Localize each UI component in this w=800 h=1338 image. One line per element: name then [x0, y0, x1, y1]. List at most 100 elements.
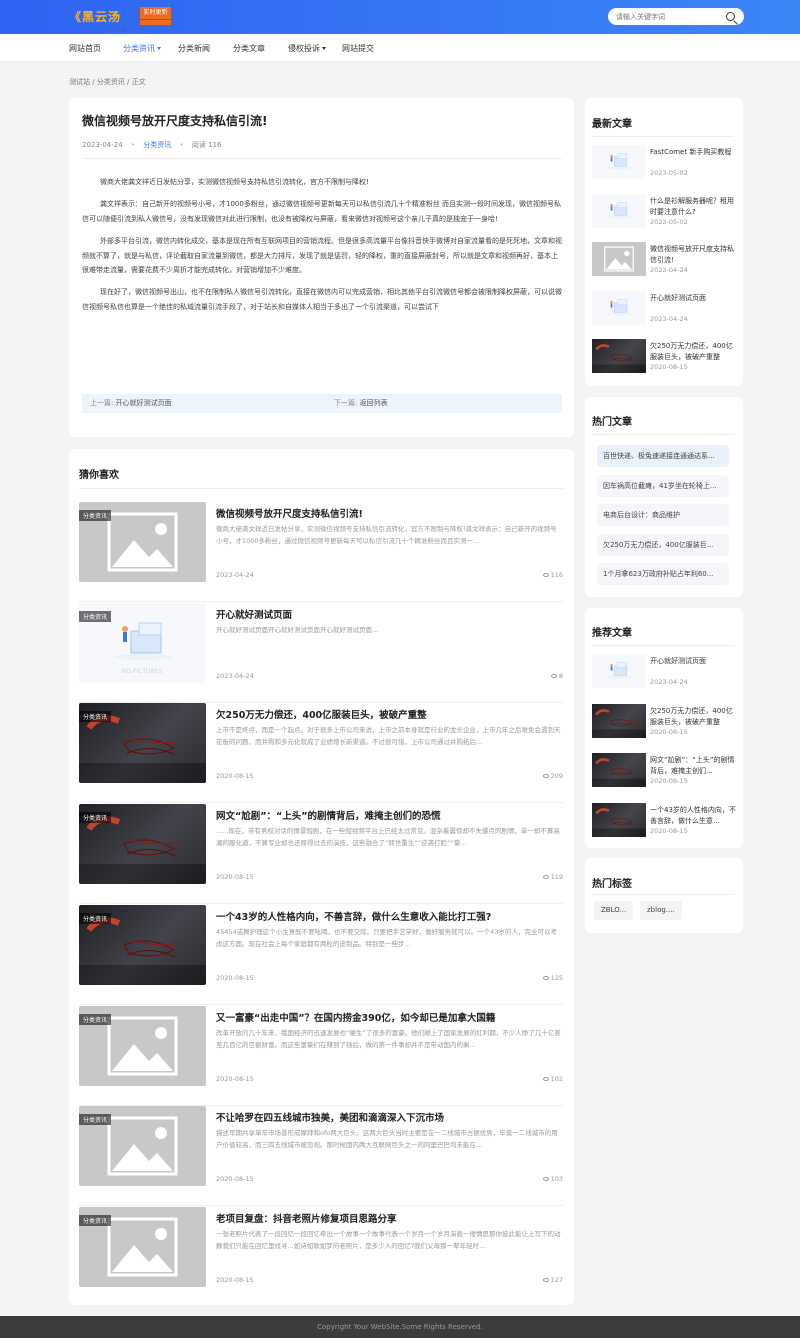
- recommend-title: 猜你喜欢: [79, 470, 119, 481]
- category-tag[interactable]: 分类资讯: [79, 912, 112, 924]
- list-item-views: 116: [542, 571, 563, 579]
- nav-news[interactable]: 分类新闻: [178, 43, 210, 54]
- prev-article-link[interactable]: 上一篇: 开心就好测试页面: [90, 394, 172, 413]
- list-item[interactable]: NO PICTURES 分类资讯 开心就好测试页面 开心就好测试页面开心就好测试页面开…: [79, 602, 563, 703]
- sidebar-article-item[interactable]: FastComet 新手购买教程 2023-05-02: [592, 145, 734, 185]
- sidebar-thumbnail[interactable]: [592, 339, 646, 373]
- list-item-date: 2023-04-24: [216, 671, 254, 680]
- category-tag[interactable]: 分类资讯: [79, 1114, 112, 1126]
- sidebar-item-title[interactable]: 微信视频号放开尺度支持私信引流!: [650, 244, 736, 266]
- list-item-title[interactable]: 微信视频号放开尺度支持私信引流!: [216, 506, 363, 520]
- hot-article-item[interactable]: 因车祸高位截瘫，41岁坐在轮椅上...: [597, 474, 729, 497]
- nav-articles[interactable]: 分类文章: [233, 43, 265, 54]
- nav-submit[interactable]: 网站提交: [342, 43, 374, 54]
- search-input[interactable]: [616, 8, 721, 25]
- sidebar-article-item[interactable]: 开心就好测试页面 2023-04-24: [592, 290, 736, 331]
- article-paragraph: 外部多平台引流，微信内转化成交，基本是现在所有互联网项目的营销流程。但是很多高流…: [82, 237, 562, 275]
- category-tag[interactable]: 分类资讯: [79, 1013, 112, 1025]
- sidebar-thumbnail[interactable]: [592, 193, 646, 228]
- list-item-title[interactable]: 网文“尬剧”：“上头”的剧情背后，难掩主创们的恐慌: [216, 808, 440, 822]
- list-item[interactable]: 分类资讯 老项目复盘：抖音老照片修复项目思路分享 一张老照片代表了一段回忆一段回忆牵…: [79, 1206, 563, 1307]
- divider: [592, 645, 734, 646]
- list-item[interactable]: 分类资讯 又一富豪“出走中国”？在国内捞金390亿，如今却已是加拿大国籍 改革开放的…: [79, 1005, 563, 1106]
- next-article-link[interactable]: 下一篇: 返回列表: [334, 394, 388, 413]
- image-placeholder-icon: [604, 246, 634, 272]
- eye-icon: [542, 975, 549, 980]
- list-item-title[interactable]: 欠250万无力偿还，400亿服装巨头，被破产重整: [216, 707, 427, 721]
- featured-title: 推荐文章: [592, 628, 632, 639]
- list-item[interactable]: 分类资讯 欠250万无力偿还，400亿服装巨头，被破产重整 上市不是终点，而是一个起…: [79, 703, 563, 804]
- list-item-views: 125: [542, 974, 563, 982]
- article-thumbnail[interactable]: 分类资讯: [79, 502, 206, 582]
- sidebar-thumbnail[interactable]: [592, 703, 646, 738]
- article-date: 2023-04-24: [82, 141, 123, 149]
- list-item-title[interactable]: 又一富豪“出走中国”？在国内捞金390亿，如今却已是加拿大国籍: [216, 1010, 495, 1024]
- sidebar-article-item[interactable]: 网文“尬剧”：“上头”的剧情背后，难掩主创们... 2020-08-15: [592, 753, 736, 793]
- sidebar-item-date: 2020-08-15: [650, 727, 688, 736]
- list-item-views: 102: [542, 1075, 563, 1083]
- article-thumbnail[interactable]: 分类资讯: [79, 703, 206, 784]
- article-thumbnail[interactable]: 分类资讯: [79, 904, 206, 985]
- chevron-down-icon: [322, 47, 326, 50]
- sidebar-item-title[interactable]: 欠250万无力偿还，400亿服装巨头，被破产重整: [650, 341, 736, 363]
- list-item[interactable]: 分类资讯 一个43岁的人性格内向，不善言辞，做什么生意收入能比打工强? 45454或…: [79, 904, 563, 1005]
- hot-article-item[interactable]: 欠250万无力偿还，400亿服装巨...: [597, 533, 729, 556]
- sidebar-thumbnail[interactable]: [592, 802, 646, 837]
- sidebar-thumbnail[interactable]: [592, 145, 646, 179]
- nav-category-news[interactable]: 分类资讯: [123, 43, 161, 54]
- sidebar-thumbnail[interactable]: [592, 654, 646, 688]
- photo-thumbnail-icon: [592, 807, 646, 837]
- sidebar-article-item[interactable]: 欠250万无力偿还，400亿服装巨头，被破产重整 2020-08-15: [592, 339, 734, 379]
- sidebar-article-item[interactable]: 欠250万无力偿还，400亿服装巨头，被破产重整 2020-08-15: [592, 703, 736, 744]
- article-thumbnail[interactable]: 分类资讯: [79, 1106, 206, 1187]
- article-thumbnail[interactable]: NO PICTURES 分类资讯: [79, 602, 206, 683]
- breadcrumb[interactable]: 测试站 / 分类资讯 / 正文: [69, 77, 146, 87]
- sidebar-item-title[interactable]: 什么是衫解服务器呢？租用时要注意什么?: [650, 196, 736, 218]
- nav-home[interactable]: 网站首页: [69, 43, 101, 54]
- site-logo[interactable]: 《黑云汤: [69, 8, 121, 25]
- list-item[interactable]: 分类资讯 网文“尬剧”：“上头”的剧情背后，难掩主创们的恐慌 ......现在，带有…: [79, 804, 563, 905]
- article-category-link[interactable]: 分类资讯: [143, 141, 171, 149]
- list-item[interactable]: 分类资讯 不让哈罗在四五线城市独美，美团和滴滴深入下沉市场 描述早期共享单车市场曾形…: [79, 1106, 563, 1207]
- tag-chip[interactable]: ZBLO...: [594, 901, 634, 920]
- sidebar-item-title[interactable]: 网文“尬剧”：“上头”的剧情背后，难掩主创们...: [650, 755, 736, 777]
- category-tag[interactable]: 分类资讯: [79, 610, 112, 622]
- sidebar-thumbnail[interactable]: [592, 242, 646, 276]
- search-icon[interactable]: [726, 12, 735, 21]
- list-item-date: 2020-08-15: [216, 772, 254, 781]
- article-body: 微商大佬龚文祥近日发帖分享，实测微信视频号支持私信引流转化，官方不限制与降权! …: [82, 175, 562, 322]
- eye-icon: [542, 573, 549, 577]
- list-item[interactable]: 分类资讯 微信视频号放开尺度支持私信引流! 微商大佬龚文祥近日发帖分享，实测微信视频…: [79, 502, 563, 602]
- list-item-title[interactable]: 开心就好测试页面: [216, 607, 292, 621]
- sidebar-thumbnail[interactable]: [592, 290, 646, 325]
- sidebar-article-item[interactable]: 微信视频号放开尺度支持私信引流! 2023-04-24: [592, 242, 734, 282]
- sidebar-thumbnail[interactable]: [592, 753, 646, 787]
- sidebar-article-item[interactable]: 开心就好测试页面 2023-04-24: [592, 654, 734, 694]
- category-tag[interactable]: 分类资讯: [79, 1214, 112, 1226]
- sidebar-item-title[interactable]: 开心就好测试页面: [650, 293, 736, 304]
- category-tag[interactable]: 分类资讯: [79, 510, 112, 521]
- sidebar-item-title[interactable]: 一个43岁的人性格内向，不善言辞，做什么生意...: [650, 805, 736, 827]
- article-thumbnail[interactable]: 分类资讯: [79, 1005, 206, 1086]
- nav-complaint[interactable]: 侵权投诉: [288, 43, 326, 54]
- list-item-title[interactable]: 老项目复盘：抖音老照片修复项目思路分享: [216, 1211, 397, 1225]
- article-thumbnail[interactable]: 分类资讯: [79, 804, 206, 885]
- category-tag[interactable]: 分类资讯: [79, 711, 112, 723]
- list-item-title[interactable]: 不让哈罗在四五线城市独美，美团和滴滴深入下沉市场: [216, 1110, 444, 1124]
- hot-article-item[interactable]: 1个月拿623万政府补贴占年利60...: [597, 563, 729, 585]
- list-item-title[interactable]: 一个43岁的人性格内向，不善言辞，做什么生意收入能比打工强?: [216, 909, 491, 923]
- hot-title: 热门文章: [592, 417, 632, 428]
- eye-icon: [542, 875, 549, 880]
- sidebar-item-title[interactable]: FastComet 新手购买教程: [650, 147, 736, 158]
- sidebar-item-title[interactable]: 开心就好测试页面: [650, 656, 736, 667]
- sidebar-item-title[interactable]: 欠250万无力偿还，400亿服装巨头，被破产重整: [650, 706, 736, 728]
- category-tag[interactable]: 分类资讯: [79, 812, 112, 824]
- tags-card: [585, 858, 743, 933]
- hot-article-item[interactable]: 电商后台设计：商品维护: [597, 504, 729, 526]
- sidebar-article-item[interactable]: 什么是衫解服务器呢？租用时要注意什么? 2023-05-02: [592, 193, 736, 234]
- sidebar-article-item[interactable]: 一个43岁的人性格内向，不善言辞，做什么生意... 2020-08-15: [592, 802, 736, 843]
- hot-article-item[interactable]: 百世快递、极兔速递接连通通达系...: [597, 445, 729, 467]
- list-item-views: 127: [542, 1276, 563, 1284]
- article-thumbnail[interactable]: 分类资讯: [79, 1206, 206, 1287]
- tag-chip[interactable]: zblog....: [640, 901, 682, 920]
